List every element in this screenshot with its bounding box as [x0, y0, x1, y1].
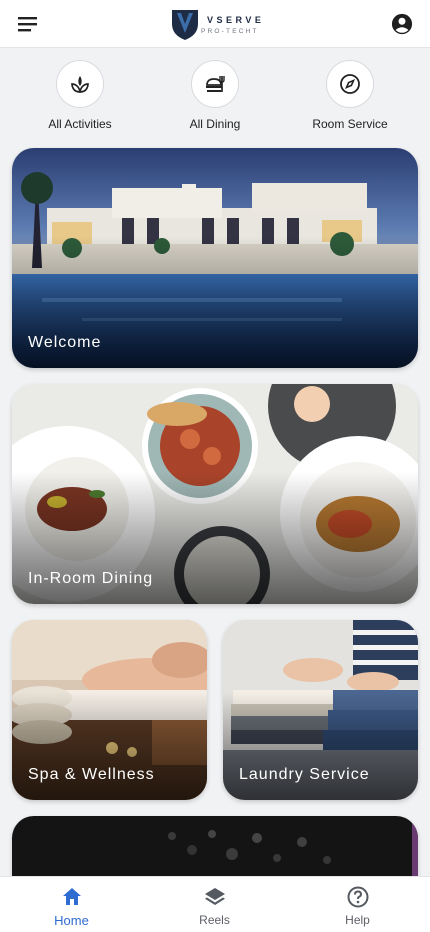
- help-icon: [347, 886, 368, 908]
- quick-action-room-service[interactable]: Room Service: [290, 60, 410, 131]
- nav-label: Home: [54, 913, 89, 928]
- app-header: VSERVE PRO-TECHT: [0, 0, 430, 48]
- compass-icon: [340, 74, 360, 94]
- account-icon[interactable]: [391, 13, 413, 35]
- shield-logo-icon: [172, 10, 198, 40]
- dining-icon: [206, 76, 225, 92]
- card-laundry-service[interactable]: Laundry Service: [223, 620, 418, 800]
- card-spa-wellness[interactable]: Spa & Wellness: [12, 620, 207, 800]
- all-activities-circle[interactable]: [56, 60, 104, 108]
- all-dining-circle[interactable]: [191, 60, 239, 108]
- nav-home[interactable]: Home: [0, 885, 143, 928]
- quick-action-all-dining[interactable]: All Dining: [155, 60, 275, 131]
- layers-icon: [204, 888, 225, 905]
- card-welcome[interactable]: Welcome: [12, 148, 418, 368]
- logo-wordmark: VSERVE: [207, 15, 265, 25]
- card-title: Spa & Wellness: [28, 766, 155, 783]
- nav-reels[interactable]: Reels: [143, 885, 286, 927]
- quick-action-all-activities[interactable]: All Activities: [20, 60, 140, 131]
- quick-action-label: All Dining: [189, 117, 241, 131]
- card-in-room-dining[interactable]: In-Room Dining: [12, 384, 418, 604]
- bottom-navigation: Home Reels Help: [0, 876, 430, 932]
- brand-logo: VSERVE PRO-TECHT: [170, 7, 265, 41]
- logo-tagline: PRO-TECHT: [201, 28, 259, 35]
- nav-help[interactable]: Help: [286, 885, 429, 927]
- nav-label: Help: [345, 913, 370, 927]
- card-title: Welcome: [28, 334, 102, 351]
- card-title: Laundry Service: [239, 766, 370, 783]
- sprout-icon: [71, 76, 89, 93]
- menu-icon[interactable]: [16, 14, 40, 34]
- quick-action-label: Room Service: [312, 117, 388, 131]
- nav-label: Reels: [199, 913, 230, 927]
- home-icon: [62, 888, 81, 905]
- room-service-circle[interactable]: [326, 60, 374, 108]
- card-title: In-Room Dining: [28, 570, 154, 587]
- quick-action-label: All Activities: [48, 117, 112, 131]
